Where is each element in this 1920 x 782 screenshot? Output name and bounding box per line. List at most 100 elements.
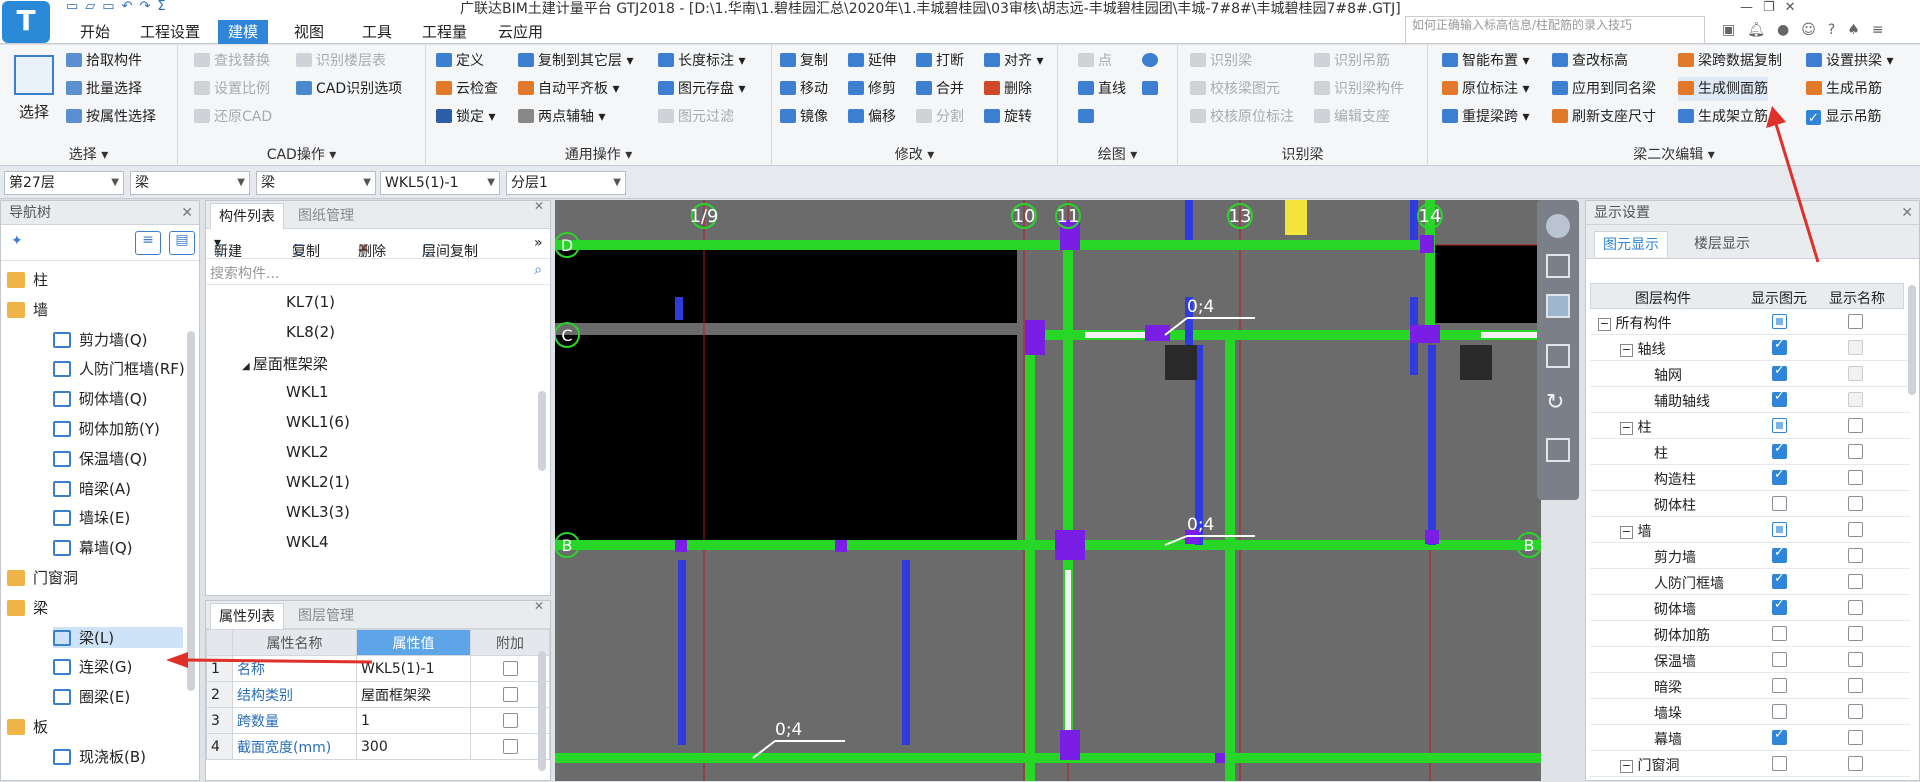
close-icon[interactable]: ✕ [534, 199, 544, 213]
tab-modeling[interactable]: 建模 [218, 20, 269, 44]
component-item[interactable]: WKL1(6) [286, 413, 350, 431]
show-name-checkbox[interactable] [1848, 652, 1863, 667]
circle-button[interactable] [1142, 49, 1162, 73]
globe-icon[interactable] [1546, 214, 1570, 238]
close-icon[interactable]: ✕ [534, 599, 544, 613]
nav-category[interactable]: 板 [7, 716, 48, 737]
point-button[interactable]: 点 [1078, 49, 1112, 73]
element-filter-button[interactable]: 图元过滤 [658, 105, 734, 129]
show-name-checkbox[interactable] [1848, 626, 1863, 641]
3d-view-icon[interactable] [1546, 254, 1570, 278]
component-item[interactable]: KL8(2) [286, 323, 335, 341]
show-element-checkbox[interactable] [1772, 756, 1787, 771]
save-as-icon[interactable]: ▭ [102, 0, 114, 16]
property-row[interactable]: 4 截面宽度(mm) 300 [206, 733, 550, 760]
nav-category[interactable]: 梁 [7, 597, 48, 618]
show-name-checkbox[interactable] [1848, 392, 1863, 407]
show-element-checkbox[interactable] [1772, 441, 1787, 459]
save-element-button[interactable]: 图元存盘 ▾ [658, 77, 745, 101]
refresh-support-size-button[interactable]: 刷新支座尺寸 [1552, 105, 1656, 129]
plan-view[interactable]: 1/9 10 11 13 14 D C B B 0;4 0;4 0;4 [555, 200, 1541, 781]
show-element-checkbox[interactable] [1772, 314, 1787, 329]
sum-icon[interactable]: Σ [157, 0, 165, 16]
show-name-checkbox[interactable] [1848, 600, 1863, 615]
component-group[interactable]: ◢ 屋面框架梁 [242, 353, 328, 374]
save-icon[interactable]: ▭ [66, 0, 78, 16]
nav-subitem[interactable]: 砌体墙(Q) [53, 388, 148, 409]
tab-start[interactable]: 开始 [70, 20, 120, 44]
lock-button[interactable]: 锁定 ▾ [436, 105, 495, 129]
type-select[interactable]: 梁 ▼ [256, 171, 376, 195]
component-item[interactable]: WKL1 [286, 383, 329, 401]
nav-subitem[interactable]: 梁(L) [53, 626, 183, 648]
two-point-axis-button[interactable]: 两点辅轴 ▾ [518, 105, 605, 129]
nav-category[interactable]: 柱 [7, 269, 48, 290]
minimize-icon[interactable]: — [1740, 0, 1753, 15]
show-element-checkbox[interactable] [1772, 337, 1787, 355]
recognize-beam-button[interactable]: 识别梁 [1190, 49, 1252, 73]
show-element-checkbox[interactable] [1772, 626, 1787, 641]
show-name-checkbox[interactable] [1848, 548, 1863, 563]
offset-button[interactable]: 偏移 [848, 105, 896, 129]
collapse-icon[interactable]: − [1620, 525, 1633, 539]
menu-icon[interactable]: ≡ [1872, 22, 1884, 38]
check-in-situ-label-button[interactable]: 校核原位标注 [1190, 105, 1294, 129]
collapse-icon[interactable]: − [1620, 421, 1633, 435]
close-icon[interactable]: ✕ [1901, 201, 1913, 225]
bell-icon[interactable]: 🔔︎ [1747, 22, 1765, 38]
re-extract-span-button[interactable]: 重提梁跨 ▾ [1442, 105, 1529, 129]
show-name-checkbox[interactable] [1848, 314, 1863, 329]
show-name-checkbox[interactable] [1848, 756, 1863, 771]
nav-subitem[interactable]: 暗梁(A) [53, 478, 131, 499]
redo-icon[interactable]: ↷ [140, 0, 151, 16]
top-view-icon[interactable] [1546, 294, 1570, 318]
tab-floor-display[interactable]: 楼层显示 [1686, 231, 1758, 257]
screen-icon[interactable]: ▣ [1722, 22, 1735, 38]
show-name-checkbox[interactable] [1848, 366, 1863, 381]
tab-property-list[interactable]: 属性列表 [210, 603, 284, 629]
arc-button[interactable] [1078, 105, 1098, 129]
component-item[interactable]: WKL4 [286, 533, 329, 551]
show-name-checkbox[interactable] [1848, 522, 1863, 537]
show-name-checkbox[interactable] [1848, 730, 1863, 745]
show-name-checkbox[interactable] [1848, 496, 1863, 511]
tab-cloud[interactable]: 云应用 [488, 20, 553, 44]
extra-checkbox[interactable] [502, 687, 518, 702]
show-name-checkbox[interactable] [1848, 418, 1863, 433]
nav-category[interactable]: 墙 [7, 299, 48, 320]
shirt-icon[interactable]: ♠ [1847, 22, 1860, 38]
tab-element-display[interactable]: 图元显示 [1594, 231, 1668, 257]
tab-tools[interactable]: 工具 [352, 20, 402, 44]
property-value[interactable]: WKL5(1)-1 [356, 655, 471, 682]
show-name-checkbox[interactable] [1848, 340, 1863, 355]
collapse-icon[interactable]: − [1598, 317, 1611, 331]
list-view-icon[interactable]: ≡ [135, 231, 161, 255]
nav-subitem[interactable]: 现浇板(B) [53, 746, 146, 767]
help-icon[interactable]: ? [1828, 22, 1835, 38]
copy-button[interactable]: 复制 [780, 49, 828, 73]
recognize-beam-component-button[interactable]: 识别梁构件 [1314, 77, 1404, 101]
tab-drawing-manage[interactable]: 图纸管理 [290, 203, 362, 229]
cloud-check-button[interactable]: 云检查 [436, 77, 498, 101]
check-beam-element-button[interactable]: 校核梁图元 [1190, 77, 1280, 101]
merge-button[interactable]: 合并 [916, 77, 964, 101]
component-scrollbar[interactable] [538, 391, 546, 471]
set-scale-button[interactable]: 设置比例 [194, 77, 270, 101]
nav-subitem[interactable]: 连梁(G) [53, 656, 132, 677]
rectangle-button[interactable] [1142, 77, 1162, 101]
drawing-canvas[interactable]: 1/9 10 11 13 14 D C B B 0;4 0;4 0;4 [555, 200, 1541, 781]
show-name-checkbox[interactable] [1848, 678, 1863, 693]
property-row[interactable]: 2 结构类别 屋面框架梁 [206, 681, 550, 708]
close-icon[interactable]: ✕ [1785, 0, 1796, 15]
show-name-checkbox[interactable] [1848, 470, 1863, 485]
display-scrollbar[interactable] [1908, 285, 1916, 395]
generate-hanger-button[interactable]: 生成吊筋 [1806, 77, 1882, 101]
show-name-checkbox[interactable] [1848, 704, 1863, 719]
show-element-checkbox[interactable] [1772, 496, 1787, 511]
recognize-hanger-button[interactable]: 识别吊筋 [1314, 49, 1390, 73]
component-item[interactable]: WKL4(1) [286, 563, 350, 565]
search-icon[interactable]: ⌕ [534, 262, 542, 278]
align-button[interactable]: 对齐 ▾ [984, 49, 1043, 73]
show-name-checkbox[interactable] [1848, 574, 1863, 589]
mirror-button[interactable]: 镜像 [780, 105, 828, 129]
